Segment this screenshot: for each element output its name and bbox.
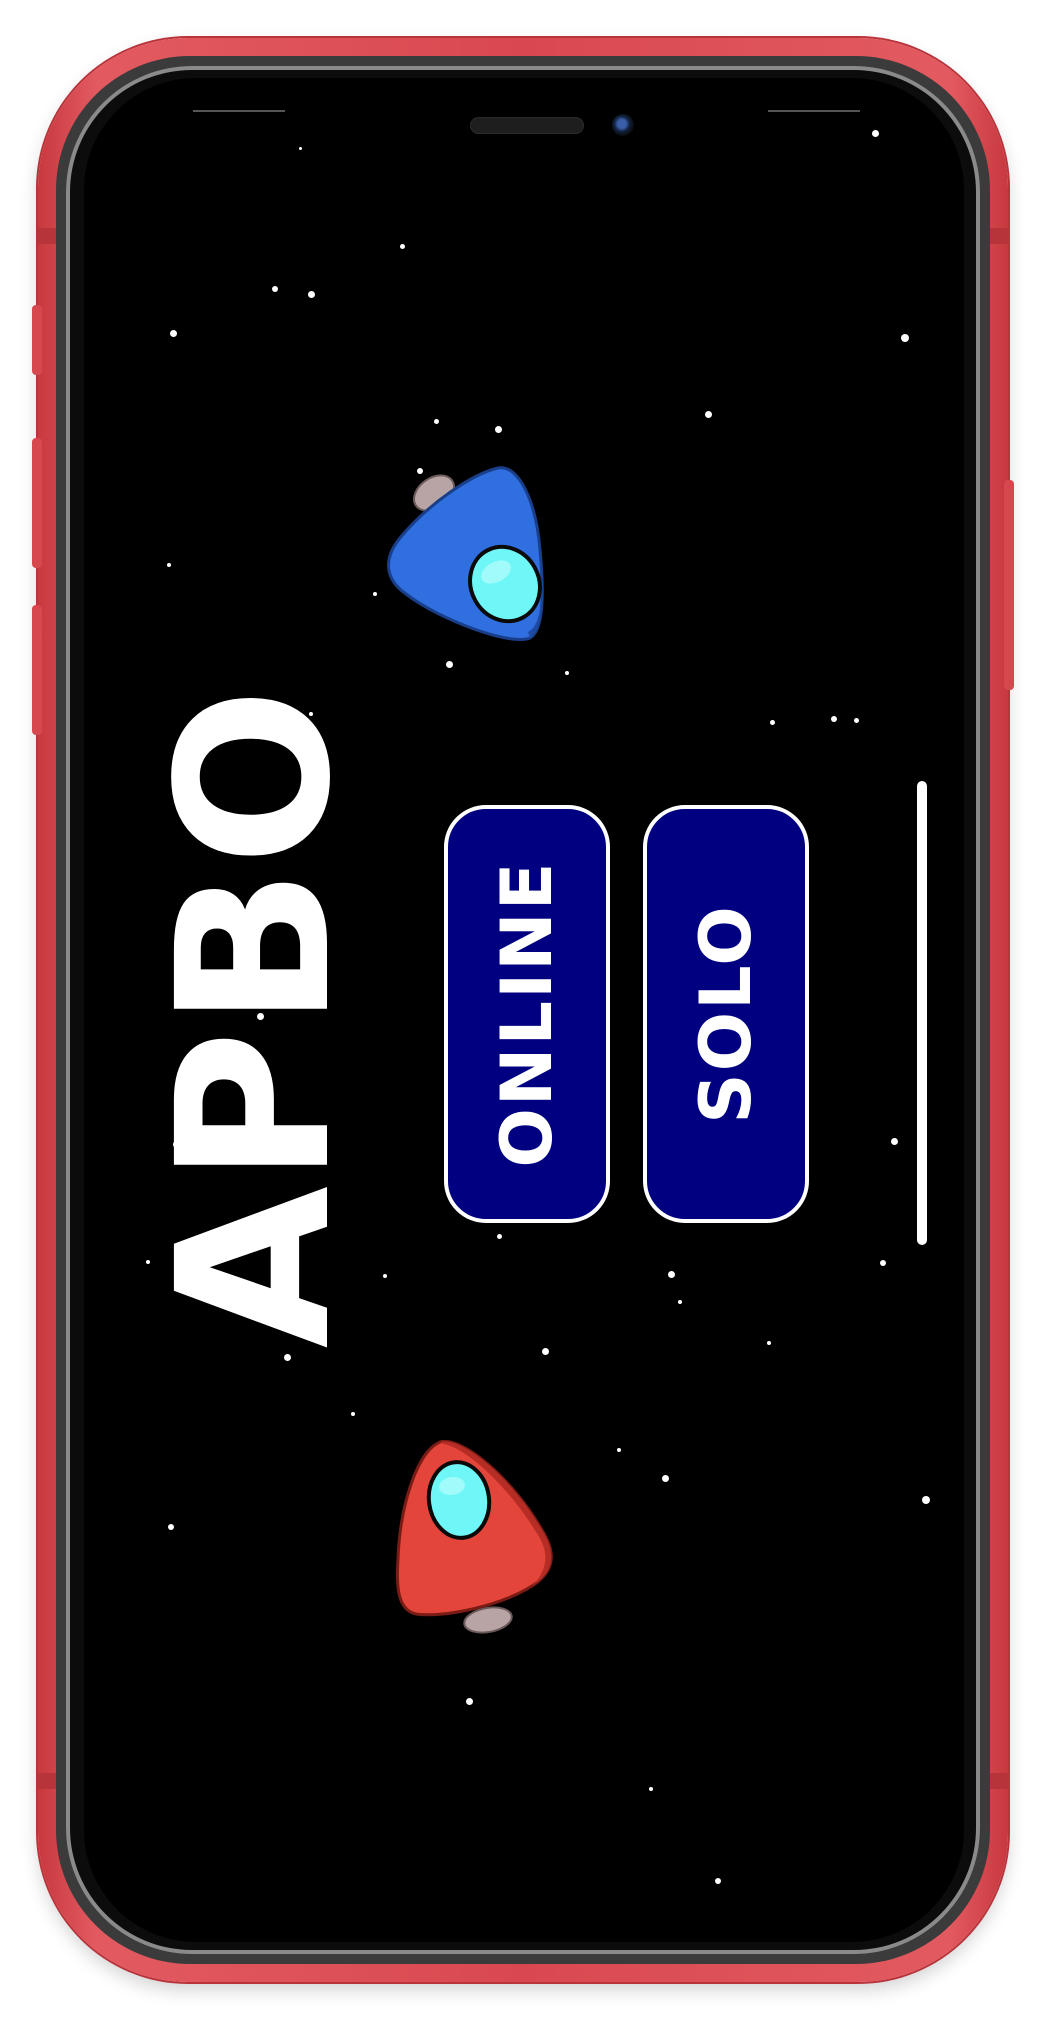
- star: [831, 716, 837, 722]
- star: [170, 330, 177, 337]
- star: [901, 334, 909, 342]
- home-indicator[interactable]: [917, 781, 927, 1245]
- star: [872, 130, 879, 137]
- online-button[interactable]: ONLINE: [444, 805, 610, 1223]
- star: [400, 244, 405, 249]
- blue-spaceship-icon: [387, 466, 544, 641]
- star: [351, 1412, 355, 1416]
- star: [446, 661, 453, 668]
- front-camera-icon: [612, 114, 634, 136]
- star: [668, 1271, 675, 1278]
- star: [854, 718, 859, 723]
- star: [770, 720, 775, 725]
- device-mockup: APBO ONLINE SOLO: [0, 0, 1048, 2025]
- star: [497, 1234, 502, 1239]
- star: [542, 1348, 549, 1355]
- mute-switch: [32, 305, 42, 375]
- star: [167, 563, 171, 567]
- star: [299, 147, 302, 150]
- star: [373, 592, 377, 596]
- red-spaceship-icon: [395, 1439, 553, 1634]
- star: [308, 291, 315, 298]
- star: [662, 1475, 669, 1482]
- star: [705, 411, 712, 418]
- star: [434, 419, 439, 424]
- star: [565, 671, 569, 675]
- star: [383, 1274, 387, 1278]
- star: [495, 426, 502, 433]
- star: [767, 1341, 771, 1345]
- star: [715, 1878, 721, 1884]
- speaker-grille: [470, 117, 584, 134]
- star: [649, 1787, 653, 1791]
- notch-edge: [193, 110, 285, 112]
- star: [168, 1524, 174, 1530]
- star: [272, 286, 278, 292]
- power-button: [1004, 480, 1014, 690]
- star: [678, 1300, 682, 1304]
- star: [891, 1138, 898, 1145]
- volume-down-button: [32, 605, 42, 735]
- notch-edge: [768, 110, 860, 112]
- star: [466, 1698, 473, 1705]
- volume-up-button: [32, 438, 42, 568]
- game-title: APBO: [132, 685, 377, 1349]
- star: [880, 1260, 886, 1266]
- solo-button-label: SOLO: [685, 904, 767, 1124]
- star: [617, 1448, 621, 1452]
- online-button-label: ONLINE: [486, 860, 568, 1168]
- star: [284, 1354, 291, 1361]
- star: [922, 1496, 930, 1504]
- solo-button[interactable]: SOLO: [643, 805, 809, 1223]
